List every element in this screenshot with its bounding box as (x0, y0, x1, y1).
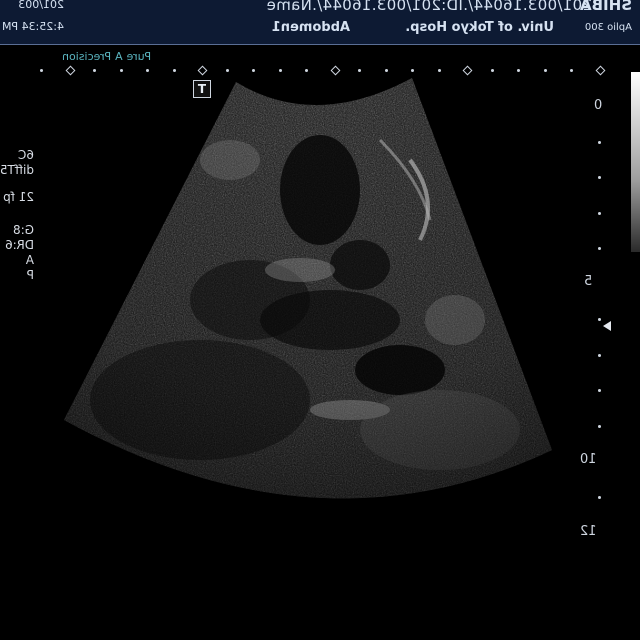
lateral-tick-minor (411, 69, 414, 72)
exam-date: 201/003 (18, 0, 64, 11)
depth-label-12: 12 (580, 524, 597, 539)
lateral-tick-minor (278, 69, 282, 72)
header-bar: SHIBA Aplio 300 201/003.16044/.ID:201/00… (0, 0, 640, 45)
focus-arrow-icon (603, 321, 611, 331)
lateral-tick-minor (570, 69, 573, 72)
depth-tick (598, 140, 601, 144)
lateral-tick-minor (305, 69, 308, 72)
depth-label-10: 10 (580, 452, 597, 467)
left-parameter-panel: 6C diffT5 21 fp G:8 DR:6 A P (0, 148, 34, 283)
param-a: A (25, 253, 34, 267)
depth-tick (598, 318, 601, 321)
lateral-tick-major (197, 65, 208, 76)
lateral-tick-minor (119, 69, 123, 72)
depth-tick (598, 353, 601, 357)
lateral-tick-minor (252, 69, 255, 72)
mode-precision: Precision (62, 50, 112, 63)
lateral-tick-minor (146, 69, 149, 72)
model-label: Aplio 300 (584, 22, 632, 33)
param-gain: G:8 (13, 223, 34, 237)
imaging-mode-labels: PureAPrecision (62, 50, 155, 63)
ultrasound-sector-image (64, 78, 552, 499)
mode-pure: Pure (126, 50, 152, 63)
mode-a: A (115, 50, 123, 63)
preset-label: Abdomen1 (271, 20, 350, 35)
depth-tick (598, 176, 601, 179)
depth-tick (598, 424, 601, 428)
depth-scale: 0 5 10 12 (578, 96, 618, 546)
param-dynamic-range: DR:6 (5, 238, 34, 252)
param-p: P (26, 268, 34, 282)
lateral-tick-minor (490, 69, 494, 72)
lateral-tick-major (330, 65, 340, 76)
lateral-tick-minor (543, 69, 547, 72)
depth-label-0: 0 (594, 98, 603, 113)
lateral-tick-minor (93, 69, 96, 72)
lateral-tick-minor (384, 69, 388, 72)
param-frequency: 6C (17, 148, 34, 162)
lateral-tick-major (462, 65, 473, 76)
hospital-label: Univ. of Tokyo Hosp. (405, 20, 554, 35)
depth-label-5: 5 (584, 274, 593, 289)
lateral-tick-minor (225, 69, 229, 72)
param-framerate: 21 fp (3, 190, 34, 204)
ultrasound-screen: SHIBA Aplio 300 201/003.16044/.ID:201/00… (0, 0, 640, 640)
orientation-marker-icon: T (193, 80, 211, 98)
lateral-tick-minor (437, 69, 441, 72)
lateral-tick-minor (517, 69, 520, 72)
lateral-scale (40, 64, 610, 76)
lateral-tick-major (595, 65, 605, 76)
lateral-tick-major (65, 65, 75, 76)
depth-tick (598, 211, 601, 215)
exam-time: 4:25:34 PM (1, 20, 64, 33)
param-mode: diffT5 (0, 163, 34, 177)
depth-tick (598, 389, 601, 392)
patient-id-line: 201/003.16044/.ID:201/003.16044/.Name (266, 0, 592, 14)
lateral-tick-minor (358, 69, 361, 72)
lateral-tick-minor (40, 69, 43, 72)
grayscale-bar-icon (631, 72, 640, 252)
lateral-tick-minor (172, 69, 176, 72)
depth-tick (598, 247, 601, 250)
depth-tick (598, 495, 601, 499)
